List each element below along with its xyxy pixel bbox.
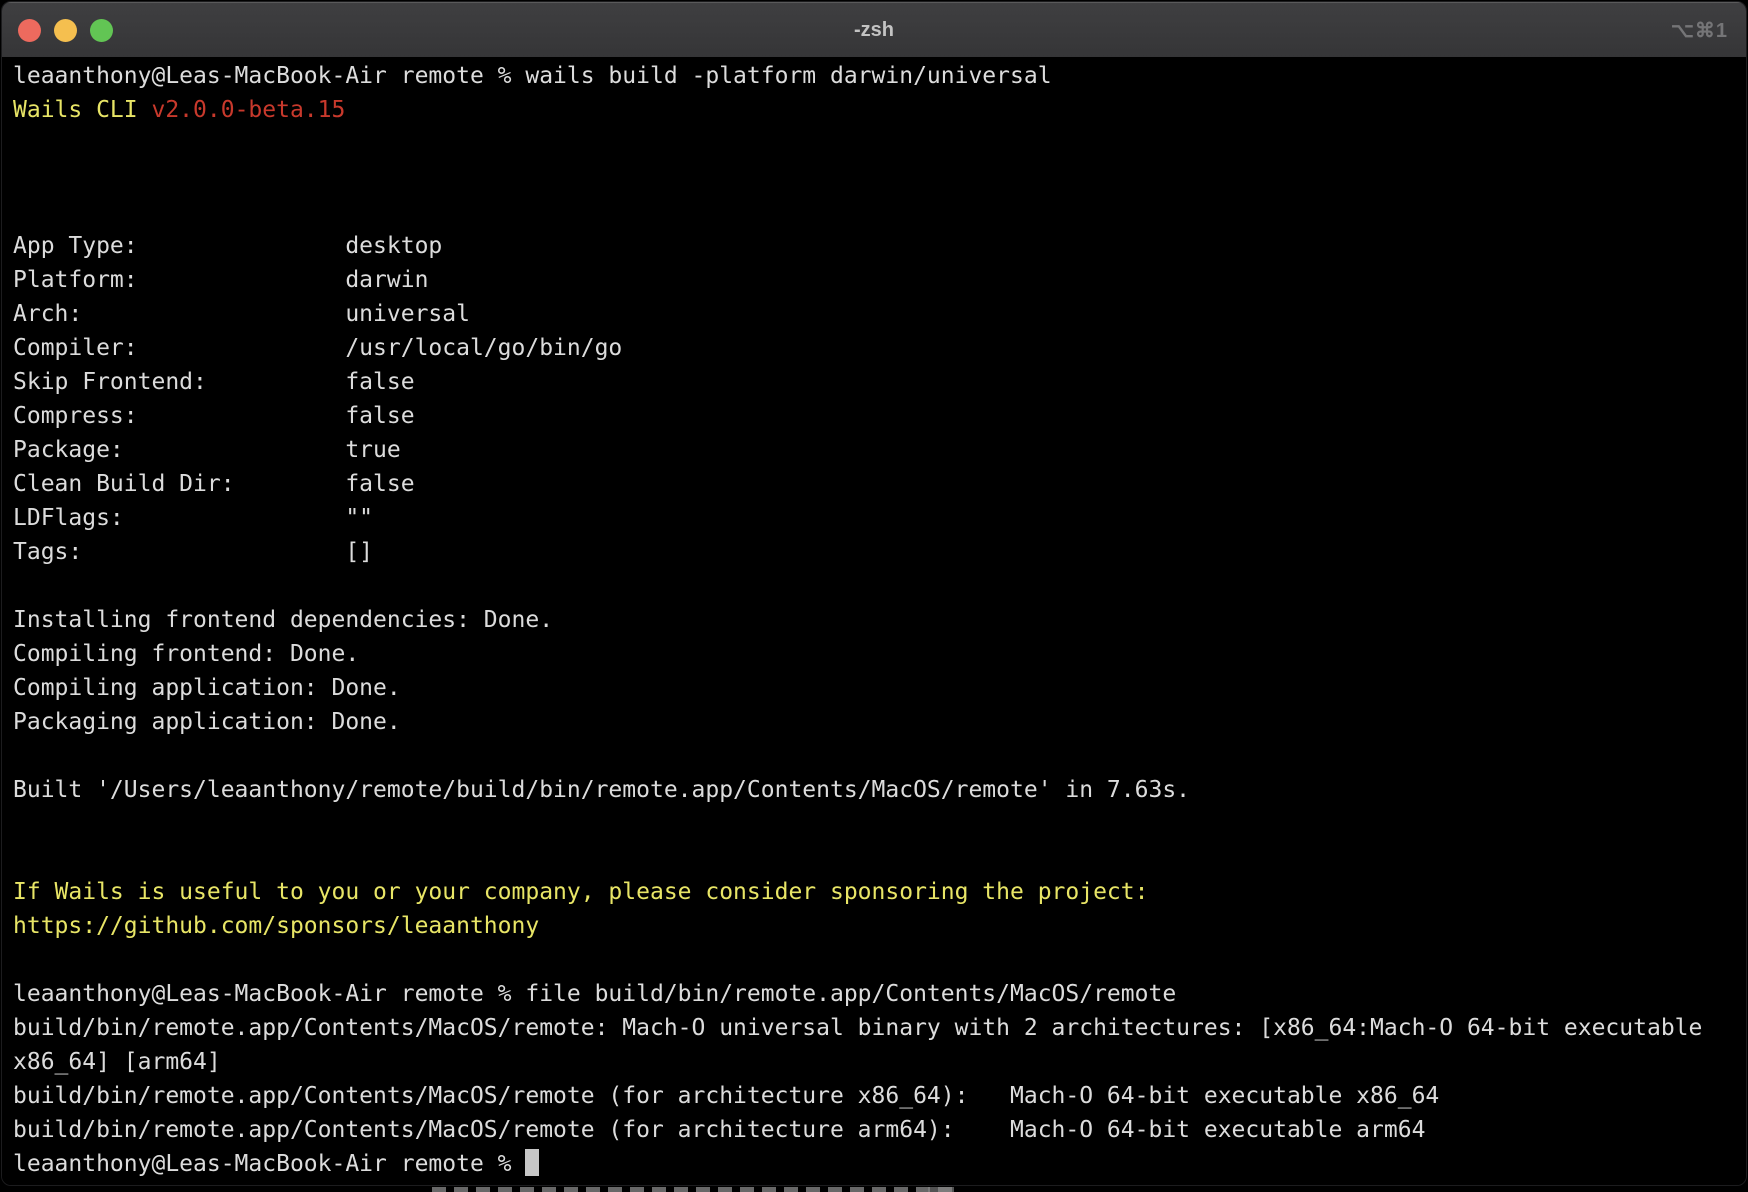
- terminal-line: Compress: false: [13, 399, 1746, 433]
- terminal-text-segment: build/bin/remote.app/Contents/MacOS/remo…: [13, 1083, 1439, 1109]
- terminal-line: Built '/Users/leaanthony/remote/build/bi…: [13, 773, 1746, 807]
- terminal-text-segment: Installing frontend dependencies: Done.: [13, 607, 553, 633]
- terminal-text-segment: Built '/Users/leaanthony/remote/build/bi…: [13, 777, 1190, 803]
- terminal-line: Clean Build Dir: false: [13, 467, 1746, 501]
- terminal-text-segment: leaanthony@Leas-MacBook-Air remote % fil…: [13, 981, 1176, 1007]
- terminal-text-segment: Packaging application: Done.: [13, 709, 401, 735]
- tab-shortcut-badge: ⌥⌘1: [1671, 2, 1728, 58]
- terminal-line: [13, 127, 1746, 161]
- terminal-text-segment: build/bin/remote.app/Contents/MacOS/remo…: [13, 1015, 1702, 1041]
- terminal-line: [13, 943, 1746, 977]
- terminal-line: Compiling frontend: Done.: [13, 637, 1746, 671]
- terminal-line: leaanthony@Leas-MacBook-Air remote % fil…: [13, 977, 1746, 1011]
- terminal-text-segment: Skip Frontend: false: [13, 369, 415, 395]
- terminal-text-segment: Clean Build Dir: false: [13, 471, 415, 497]
- terminal-text-segment: Wails CLI: [13, 97, 151, 123]
- terminal-text-segment: Tags: []: [13, 539, 373, 565]
- terminal-line: [13, 161, 1746, 195]
- terminal-text-segment: Compiler: /usr/local/go/bin/go: [13, 335, 622, 361]
- terminal-text-segment: App Type: desktop: [13, 233, 442, 259]
- terminal-line: Wails CLI v2.0.0-beta.15: [13, 93, 1746, 127]
- terminal-line: build/bin/remote.app/Contents/MacOS/remo…: [13, 1113, 1746, 1147]
- terminal-text-segment: v2.0.0-beta.15: [151, 97, 345, 123]
- titlebar[interactable]: -zsh ⌥⌘1: [2, 2, 1746, 58]
- terminal-text-segment: Platform: darwin: [13, 267, 428, 293]
- terminal-line: [13, 195, 1746, 229]
- terminal-text-segment: leaanthony@Leas-MacBook-Air remote % wai…: [13, 63, 1052, 89]
- terminal-cursor: [525, 1149, 539, 1176]
- terminal-line: Arch: universal: [13, 297, 1746, 331]
- terminal-text-segment: Compiling frontend: Done.: [13, 641, 359, 667]
- terminal-line: Tags: []: [13, 535, 1746, 569]
- terminal-line: [13, 807, 1746, 841]
- terminal-text-segment: build/bin/remote.app/Contents/MacOS/remo…: [13, 1117, 1425, 1143]
- background-window-text-sliver: [432, 1187, 952, 1192]
- window-controls: [2, 19, 113, 42]
- terminal-text-segment: If Wails is useful to you or your compan…: [13, 879, 1148, 905]
- terminal-line: Installing frontend dependencies: Done.: [13, 603, 1746, 637]
- terminal-line: https://github.com/sponsors/leaanthony: [13, 909, 1746, 943]
- terminal-line: x86_64] [arm64]: [13, 1045, 1746, 1079]
- terminal-line: If Wails is useful to you or your compan…: [13, 875, 1746, 909]
- minimize-button[interactable]: [54, 19, 77, 42]
- terminal-line: [13, 739, 1746, 773]
- terminal-text-segment: LDFlags: "": [13, 505, 373, 531]
- terminal-text-segment: x86_64] [arm64]: [13, 1049, 221, 1075]
- terminal-text-segment: Compiling application: Done.: [13, 675, 401, 701]
- terminal-text-segment: https://github.com/sponsors/leaanthony: [13, 913, 539, 939]
- close-button[interactable]: [18, 19, 41, 42]
- terminal-line: Compiling application: Done.: [13, 671, 1746, 705]
- terminal-line: App Type: desktop: [13, 229, 1746, 263]
- terminal-text-segment: Compress: false: [13, 403, 415, 429]
- terminal-line: Platform: darwin: [13, 263, 1746, 297]
- terminal-line: Package: true: [13, 433, 1746, 467]
- terminal-line: leaanthony@Leas-MacBook-Air remote % wai…: [13, 59, 1746, 93]
- terminal-screen[interactable]: leaanthony@Leas-MacBook-Air remote % wai…: [2, 59, 1746, 1185]
- terminal-window: -zsh ⌥⌘1 leaanthony@Leas-MacBook-Air rem…: [1, 1, 1747, 1186]
- terminal-line: [13, 841, 1746, 875]
- terminal-text-segment: leaanthony@Leas-MacBook-Air remote %: [13, 1151, 525, 1177]
- terminal-line: Compiler: /usr/local/go/bin/go: [13, 331, 1746, 365]
- background-window-text-sliver: [928, 1187, 954, 1192]
- terminal-line: build/bin/remote.app/Contents/MacOS/remo…: [13, 1011, 1746, 1045]
- terminal-line: leaanthony@Leas-MacBook-Air remote %: [13, 1147, 1746, 1181]
- zoom-button[interactable]: [90, 19, 113, 42]
- terminal-line: build/bin/remote.app/Contents/MacOS/remo…: [13, 1079, 1746, 1113]
- terminal-line: LDFlags: "": [13, 501, 1746, 535]
- terminal-line: [13, 569, 1746, 603]
- terminal-line: Skip Frontend: false: [13, 365, 1746, 399]
- terminal-line: Packaging application: Done.: [13, 705, 1746, 739]
- window-title: -zsh: [2, 2, 1746, 58]
- terminal-text-segment: Package: true: [13, 437, 401, 463]
- terminal-text-segment: Arch: universal: [13, 301, 470, 327]
